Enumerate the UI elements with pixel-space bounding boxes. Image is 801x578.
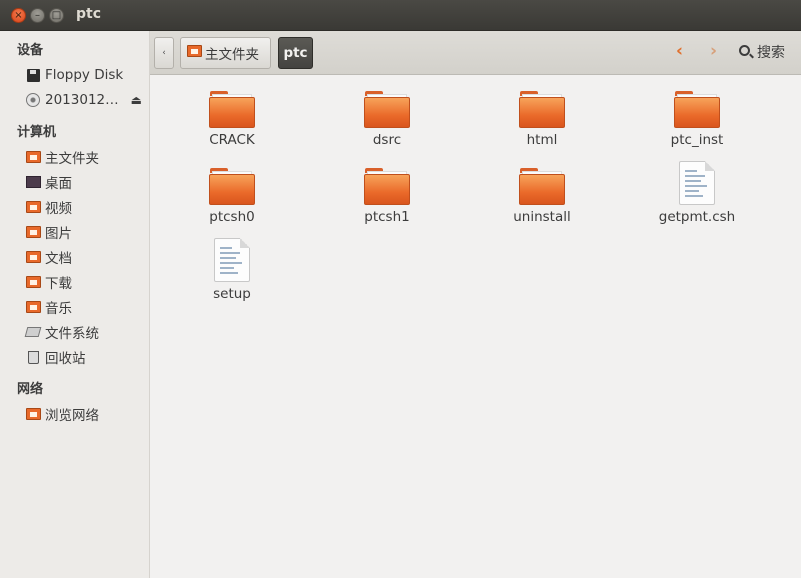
search-icon bbox=[739, 45, 750, 56]
file-name: setup bbox=[213, 286, 251, 302]
folder-icon bbox=[209, 91, 255, 128]
sidebar-item-downloads[interactable]: 下载 bbox=[25, 271, 148, 293]
file-item[interactable]: ptcsh1 bbox=[322, 168, 452, 225]
sidebar-item-label: 主文件夹 bbox=[45, 151, 99, 167]
file-item[interactable]: CRACK bbox=[167, 91, 297, 148]
sidebar-item-music[interactable]: 音乐 bbox=[25, 296, 148, 318]
sidebar-item-home[interactable]: 主文件夹 bbox=[25, 146, 148, 168]
file-item[interactable]: ptcsh0 bbox=[167, 168, 297, 225]
desktop-icon bbox=[25, 174, 41, 190]
file-name: ptcsh0 bbox=[209, 209, 255, 225]
folder-icon bbox=[519, 91, 565, 128]
close-button[interactable]: × bbox=[11, 8, 26, 23]
search-label: 搜索 bbox=[757, 45, 785, 61]
minimize-button[interactable]: – bbox=[30, 8, 45, 23]
maximize-icon: □ bbox=[51, 9, 62, 21]
music-icon bbox=[25, 299, 41, 315]
documents-icon bbox=[25, 249, 41, 265]
network-icon bbox=[25, 406, 41, 422]
next-button[interactable]: › bbox=[710, 41, 717, 61]
home-folder-icon bbox=[187, 45, 202, 61]
breadcrumb-home[interactable]: 主文件夹 bbox=[180, 37, 271, 69]
sidebar-item-label: 2013012… bbox=[45, 92, 119, 108]
pictures-icon bbox=[25, 224, 41, 240]
sidebar-item-floppy[interactable]: Floppy Disk bbox=[25, 64, 148, 86]
sidebar-item-label: 音乐 bbox=[45, 301, 72, 317]
sidebar-item-label: 文件系统 bbox=[45, 326, 99, 342]
sidebar-item-trash[interactable]: 回收站 bbox=[25, 346, 148, 368]
toolbar: ‹ 主文件夹 ptc ‹ › 搜索 bbox=[150, 31, 801, 75]
file-name: CRACK bbox=[209, 132, 255, 148]
sidebar-item-label: 视频 bbox=[45, 201, 72, 217]
file-name: dsrc bbox=[372, 132, 402, 148]
title-bar[interactable]: × – □ ptc bbox=[0, 0, 801, 31]
folder-icon bbox=[674, 91, 720, 128]
file-name: ptcsh1 bbox=[364, 209, 410, 225]
file-item[interactable]: ptc_inst bbox=[632, 91, 762, 148]
sidebar-item-label: 下载 bbox=[45, 276, 72, 292]
back-button[interactable]: ‹ bbox=[154, 37, 174, 69]
sidebar-item-label: 图片 bbox=[45, 226, 72, 242]
minimize-icon: – bbox=[35, 9, 40, 21]
chevron-left-icon: ‹ bbox=[162, 48, 166, 58]
sidebar-item-pictures[interactable]: 图片 bbox=[25, 221, 148, 243]
sidebar-item-videos[interactable]: 视频 bbox=[25, 196, 148, 218]
folder-icon bbox=[364, 168, 410, 205]
maximize-button[interactable]: □ bbox=[49, 8, 64, 23]
previous-button[interactable]: ‹ bbox=[676, 41, 683, 61]
sidebar-item-label: 浏览网络 bbox=[45, 408, 99, 424]
file-name: uninstall bbox=[513, 209, 571, 225]
folder-icon bbox=[364, 91, 410, 128]
downloads-icon bbox=[25, 274, 41, 290]
close-icon: × bbox=[14, 9, 23, 21]
file-name: ptc_inst bbox=[670, 132, 724, 148]
sidebar-item-desktop[interactable]: 桌面 bbox=[25, 171, 148, 193]
sidebar-item-label: 回收站 bbox=[45, 351, 86, 367]
text-file-icon bbox=[214, 238, 250, 282]
sidebar-item-label: 文档 bbox=[45, 251, 72, 267]
file-item[interactable]: getpmt.csh bbox=[632, 161, 762, 225]
trash-icon bbox=[25, 349, 41, 365]
file-item[interactable]: uninstall bbox=[477, 168, 607, 225]
window-title: ptc bbox=[76, 6, 102, 22]
file-item[interactable]: setup bbox=[167, 238, 297, 302]
file-name: html bbox=[526, 132, 558, 148]
floppy-icon bbox=[25, 67, 41, 83]
file-item[interactable]: dsrc bbox=[322, 91, 452, 148]
breadcrumb-home-label: 主文件夹 bbox=[205, 47, 259, 63]
home-folder-icon bbox=[25, 149, 41, 165]
sidebar: 设备 Floppy Disk 2013012… ⏏ 计算机 主文件夹 桌面 视频… bbox=[0, 31, 150, 578]
eject-icon[interactable]: ⏏ bbox=[131, 93, 142, 107]
sidebar-item-documents[interactable]: 文档 bbox=[25, 246, 148, 268]
file-manager-window: × – □ ptc 设备 Floppy Disk 2013012… ⏏ 计算机 … bbox=[0, 0, 801, 578]
sidebar-item-filesystem[interactable]: 文件系统 bbox=[24, 321, 148, 343]
sidebar-item-label: Floppy Disk bbox=[45, 67, 124, 83]
sidebar-heading-devices: 设备 bbox=[17, 43, 44, 58]
file-item[interactable]: html bbox=[477, 91, 607, 148]
disc-icon bbox=[25, 92, 41, 108]
sidebar-item-browse-network[interactable]: 浏览网络 bbox=[25, 403, 148, 425]
search-button[interactable]: 搜索 bbox=[739, 42, 785, 62]
breadcrumb-current[interactable]: ptc bbox=[278, 37, 313, 69]
folder-icon bbox=[209, 168, 255, 205]
text-file-icon bbox=[679, 161, 715, 205]
file-view: CRACK dsrc html ptc_inst ptcsh0 ptcsh1 u… bbox=[150, 75, 801, 578]
file-name: getpmt.csh bbox=[658, 209, 736, 225]
sidebar-heading-computer: 计算机 bbox=[17, 125, 57, 140]
sidebar-item-disc[interactable]: 2013012… ⏏ bbox=[25, 89, 148, 111]
filesystem-icon bbox=[24, 324, 42, 340]
folder-icon bbox=[519, 168, 565, 205]
video-icon bbox=[25, 199, 41, 215]
sidebar-heading-network: 网络 bbox=[17, 382, 44, 397]
sidebar-item-label: 桌面 bbox=[45, 176, 72, 192]
